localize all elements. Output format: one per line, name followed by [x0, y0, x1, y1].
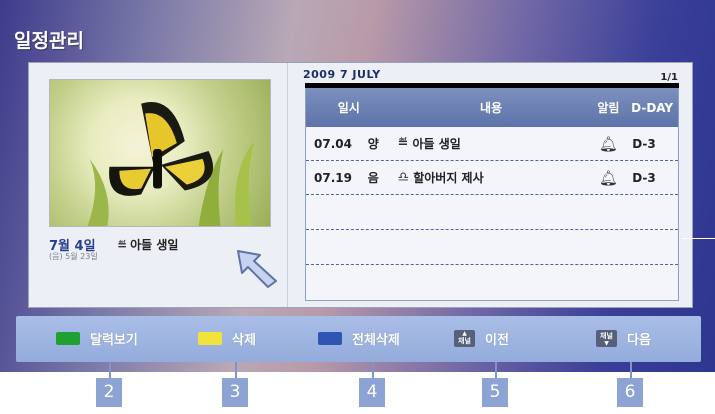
delete-label: 삭제 — [232, 333, 256, 348]
row-content-label: 할아버지 제사 — [413, 171, 484, 185]
calendar-view-label: 달력보기 — [90, 333, 138, 348]
row-content: ≝ 아들 생일 — [392, 135, 591, 152]
cake-icon: ≝ — [397, 136, 409, 151]
table-header: 일시 내용 알림 D-DAY — [306, 88, 678, 127]
table-row[interactable]: 07.19 음 ♎ 할아버지 제사 🔔︎ D-3 — [306, 161, 678, 195]
panel-divider — [287, 63, 288, 307]
callout-line — [109, 362, 111, 378]
callout-3: 3 — [222, 378, 248, 407]
callout-line — [235, 362, 237, 378]
calendar-view-button[interactable]: 달력보기 — [56, 329, 138, 348]
page-indicator: 1/1 — [660, 72, 678, 83]
pointer-cursor-icon — [237, 250, 277, 288]
cake-icon: ≝ — [117, 237, 128, 252]
header-alarm: 알림 — [597, 101, 620, 115]
prev-button[interactable]: ▲ 채널 이전 — [454, 329, 509, 348]
row-calendar-type: 양 — [367, 137, 379, 151]
green-key-icon — [56, 332, 80, 345]
callout-5: 5 — [482, 378, 508, 407]
header-dday: D-DAY — [631, 100, 674, 115]
schedule-table: 일시 내용 알림 D-DAY 07.04 양 ≝ 아들 생일 🔔︎ D-3 07… — [305, 88, 679, 301]
callout-line — [630, 362, 632, 378]
calendar-month: 2009 7 JULY — [303, 68, 381, 81]
channel-up-icon: ▲ 채널 — [454, 330, 475, 347]
selected-lunar-date: (음) 5월 23일 — [49, 252, 98, 261]
callout-4: 4 — [359, 378, 385, 407]
selected-event-label: 아들 생일 — [130, 238, 179, 252]
button-bar: 달력보기 삭제 전체삭제 ▲ 채널 이전 채널 ▼ 다음 — [16, 316, 701, 362]
channel-up-key-label: 채널 — [458, 337, 471, 345]
yellow-key-icon — [198, 332, 222, 345]
callout-2: 2 — [96, 378, 122, 407]
header-date: 일시 — [337, 101, 360, 115]
delete-all-button[interactable]: 전체삭제 — [318, 329, 400, 348]
callout-line — [495, 362, 497, 378]
delete-button[interactable]: 삭제 — [198, 329, 256, 348]
page-title: 일정관리 — [14, 30, 84, 52]
table-row-empty[interactable] — [306, 265, 678, 300]
row-date: 07.04 — [314, 136, 352, 151]
row-calendar-type: 음 — [367, 171, 379, 185]
row-content: ♎ 할아버지 제사 — [392, 169, 591, 186]
next-button[interactable]: 채널 ▼ 다음 — [596, 329, 651, 348]
table-row-empty[interactable] — [306, 230, 678, 265]
blue-key-icon — [318, 332, 342, 345]
selected-event: ≝ 아들 생일 — [117, 236, 178, 253]
delete-all-label: 전체삭제 — [352, 333, 400, 348]
callout-6: 6 — [617, 378, 643, 407]
memorial-icon: ♎ — [397, 170, 410, 185]
butterfly-photo — [49, 79, 271, 227]
schedule-panel: 7월 4일 (음) 5월 23일 ≝ 아들 생일 2009 7 JULY 1/1… — [28, 62, 693, 308]
row-dday: D-3 — [632, 170, 656, 185]
channel-down-icon: 채널 ▼ — [596, 330, 617, 347]
row-dday: D-3 — [632, 136, 656, 151]
bell-icon: 🔔︎ — [598, 168, 618, 187]
next-label: 다음 — [627, 333, 651, 348]
callout-line — [372, 362, 374, 378]
table-row-empty[interactable] — [306, 195, 678, 230]
header-content: 내용 — [479, 101, 503, 115]
table-row[interactable]: 07.04 양 ≝ 아들 생일 🔔︎ D-3 — [306, 127, 678, 161]
row-date: 07.19 — [314, 170, 352, 185]
bell-icon: 🔔︎ — [598, 134, 618, 153]
scroll-indicator — [682, 238, 715, 239]
prev-label: 이전 — [485, 333, 509, 348]
row-content-label: 아들 생일 — [412, 137, 461, 151]
